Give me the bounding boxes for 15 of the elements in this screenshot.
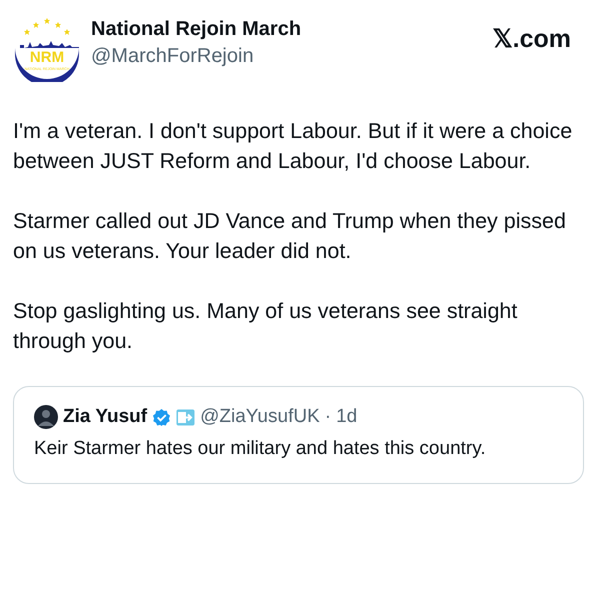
quoted-author-name[interactable]: Zia Yusuf <box>63 406 148 428</box>
author-handle[interactable]: @MarchForRejoin <box>91 45 493 68</box>
post-paragraph: I'm a veteran. I don't support Labour. But if it were a choice between JUST Reform and Labour, I'd choose Labour. <box>13 118 574 175</box>
post-paragraph: Starmer called out JD Vance and Trump when they pissed on us veterans. Your leader did not. <box>13 208 567 265</box>
logo-text: NRM <box>28 50 66 65</box>
post-time: 1d <box>336 406 358 428</box>
affiliation-badge-icon <box>176 408 196 426</box>
quoted-post-text: Keir Starmer hates our military and hates this country. <box>34 437 487 461</box>
avatar-icon[interactable] <box>34 405 58 429</box>
quoted-author-handle[interactable]: @ZiaYusufUK <box>200 406 320 428</box>
post-paragraph: Stop gaslighting us. Many of us veterans see straight through you. <box>13 298 518 355</box>
quoted-post[interactable]: Zia Yusuf @ZiaYusufUK · 1d Keir Starmer hates our military and hates this country. <box>13 386 584 484</box>
separator: · <box>324 406 332 428</box>
source-label: 𝕏.com <box>492 24 571 54</box>
author-name[interactable]: National Rejoin March <box>91 18 493 41</box>
